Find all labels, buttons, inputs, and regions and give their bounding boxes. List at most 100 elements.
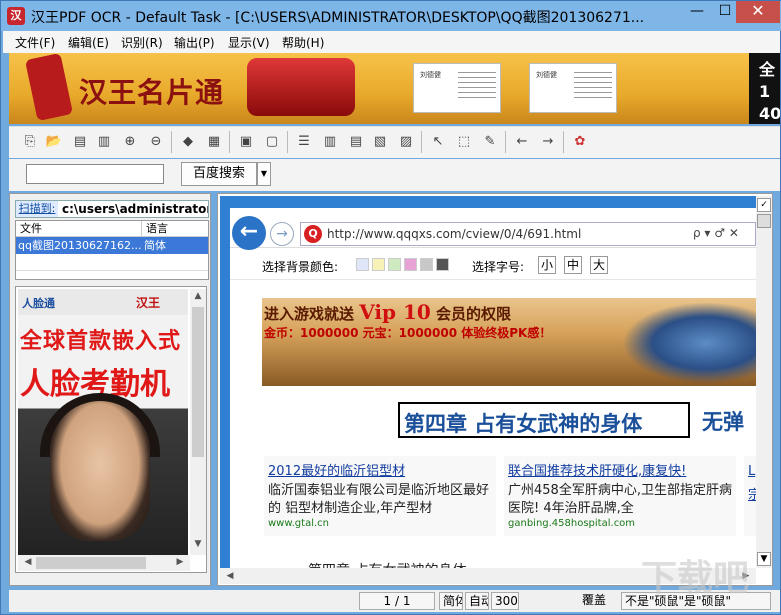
scan-page-icon[interactable]: ▥ [95, 133, 113, 151]
arrow-right-icon[interactable]: → [539, 133, 557, 151]
search-input[interactable] [26, 164, 164, 184]
menu-output[interactable]: 输出(P) [174, 34, 215, 51]
menu-recognize[interactable]: 识别(R) [121, 34, 163, 51]
scroll-right-icon[interactable]: ▶ [172, 557, 188, 567]
zoom-in-icon[interactable]: ⊕ [121, 133, 139, 151]
scroll-left-icon[interactable]: ◀ [20, 557, 36, 567]
business-card-image: 刘德健 [413, 63, 501, 113]
toolbar-separator [505, 131, 506, 153]
bg-swatch [404, 258, 417, 271]
chevron-down-icon[interactable]: ▼ [257, 162, 271, 186]
ad-title-pre: 进入游戏就送 [264, 305, 355, 323]
page-preview: 人脸通 汉王 全球首款嵌入式 人脸考勤机 ▲ ▼ ◀ ▶ [15, 286, 207, 573]
toolbar-separator [229, 131, 230, 153]
layout-icon[interactable]: ▣ [237, 133, 255, 151]
status-auto: 自动 [465, 592, 489, 610]
menu-view[interactable]: 显示(V) [228, 34, 270, 51]
file-panel: 扫描到: c:\users\administrator 文件 语言 qq截图20… [9, 193, 211, 586]
captured-url: http://www.qqqxs.com/cview/0/4/691.html [327, 227, 582, 241]
chapter-body-heading: 第四章 占有女武神的身体 [308, 560, 466, 568]
ad-banner[interactable]: 汉王名片通 刘德健 刘德健 全1 40 [9, 53, 780, 124]
status-mode: 覆盖 [581, 593, 606, 607]
scroll-thumb[interactable] [192, 307, 204, 457]
toolbar-separator [171, 131, 172, 153]
window-title: 汉王PDF OCR - Default Task - [C:\USERS\ADM… [31, 10, 645, 26]
chapter-title-box: 第四章 占有女武神的身体 [398, 402, 690, 438]
scan-icon[interactable]: ▤ [71, 133, 89, 151]
document-canvas[interactable]: ← → Q http://www.qqqxs.com/cview/0/4/691… [220, 196, 756, 568]
size-medium: 中 [564, 256, 582, 274]
ad-title-post: 会员的权限 [436, 305, 512, 323]
scan-to-link[interactable]: 扫描到: [16, 201, 58, 217]
scan-path-value[interactable]: c:\users\administrator [62, 201, 208, 217]
game-ad-image: 进入游戏就送 Vip 10 会员的权限 金币：1000000 元宝：100000… [262, 298, 756, 386]
table-icon[interactable]: ▤ [347, 133, 365, 151]
pen-icon[interactable]: ✎ [481, 133, 499, 151]
zoom-out-icon[interactable]: ⊖ [147, 133, 165, 151]
maximize-button[interactable]: ☐ [711, 1, 739, 23]
color-icon[interactable]: ✿ [571, 133, 589, 151]
menu-edit[interactable]: 编辑(E) [68, 34, 109, 51]
card-name: 刘德健 [420, 71, 441, 79]
table-edit-icon[interactable]: ▨ [397, 133, 415, 151]
table-delete-icon[interactable]: ▧ [371, 133, 389, 151]
address-tools-icons: ρ ▾ ♂ ✕ [693, 226, 739, 240]
text-ad-edge: L 宗 [748, 464, 756, 503]
business-card-image: 刘德健 [529, 63, 617, 113]
text-ad-title: 联合国推荐技术肝硬化,康复快! [508, 464, 687, 479]
dragon-image [622, 302, 756, 384]
fit-page-icon[interactable]: ✓ [757, 198, 771, 212]
text-ad-desc: 临沂国泰铝业有限公司是临沂地区最好的 铝型材制造企业,年产型材 [268, 483, 490, 516]
arrow-left-icon[interactable]: ← [513, 133, 531, 151]
preview-brand: 人脸通 [22, 297, 55, 310]
scroll-left-icon[interactable]: ◀ [222, 571, 238, 581]
close-button[interactable]: ✕ [736, 1, 780, 23]
select-tool-icon[interactable]: ↖ [429, 133, 447, 151]
document-view: ← → Q http://www.qqqxs.com/cview/0/4/691… [217, 193, 773, 586]
edit-area-icon[interactable]: ⬚ [455, 133, 473, 151]
baidu-search-button[interactable]: 百度搜索 [181, 162, 257, 186]
scroll-down-icon[interactable]: ▼ [757, 552, 771, 566]
minimize-button[interactable]: — [683, 1, 711, 23]
image-icon[interactable]: ▦ [205, 133, 223, 151]
folder-icon[interactable]: 📂 [45, 133, 63, 151]
chapter-extra-title: 无弹 [702, 409, 744, 434]
scroll-thumb[interactable] [36, 557, 146, 569]
status-language: 简体 [439, 592, 463, 610]
preview-horizontal-scrollbar[interactable]: ◀ ▶ [18, 555, 190, 571]
text-ad: 2012最好的临沂铝型材 临沂国泰铝业有限公司是临沂地区最好的 铝型材制造企业,… [264, 456, 496, 536]
column-header-file[interactable]: 文件 [16, 221, 142, 237]
bg-swatch [388, 258, 401, 271]
text-ad-url: www.gtal.cn [268, 518, 329, 529]
captured-browser-bar: ← → Q http://www.qqqxs.com/cview/0/4/691… [230, 208, 756, 250]
document-page: ← → Q http://www.qqqxs.com/cview/0/4/691… [230, 208, 756, 568]
size-small: 小 [538, 256, 556, 274]
toolbar-separator [563, 131, 564, 153]
scroll-thumb[interactable] [757, 214, 771, 228]
erase-icon[interactable]: ◆ [179, 133, 197, 151]
menu-file[interactable]: 文件(F) [15, 34, 55, 51]
menu-help[interactable]: 帮助(H) [282, 34, 324, 51]
text-ad-partial: L 宗 [744, 456, 756, 536]
app-icon: 汉 [7, 7, 25, 25]
bg-swatch [372, 258, 385, 271]
file-row[interactable]: qq截图20130627162... 简体 [16, 237, 208, 254]
open-icon[interactable]: ⎘ [21, 133, 39, 151]
column-icon[interactable]: ☰ [295, 133, 313, 151]
captured-address-bar: Q http://www.qqqxs.com/cview/0/4/691.htm… [300, 222, 756, 246]
card-lines [458, 72, 496, 102]
chapter-title: 第四章 占有女武神的身体 [404, 411, 643, 436]
reading-options: 选择背景颜色: ✓ 选择字号: 小 中 大 [230, 250, 756, 280]
main-toolbar: ⎘ 📂 ▤ ▥ ⊕ ⊖ ◆ ▦ ▣ ▢ ☰ ▥ ▤ ▧ ▨ ↖ ⬚ ✎ ← → … [9, 126, 780, 158]
layout-alt-icon[interactable]: ▢ [263, 133, 281, 151]
scroll-down-icon[interactable]: ▼ [190, 539, 206, 549]
scroll-up-icon[interactable]: ▲ [190, 291, 206, 301]
preview-photo-face [50, 401, 150, 541]
file-name: qq截图20130627162... [18, 239, 142, 252]
column-header-language[interactable]: 语言 [142, 221, 208, 237]
document-vertical-scrollbar[interactable]: ✓ ▼ [756, 196, 772, 568]
bg-swatch [420, 258, 433, 271]
preview-vertical-scrollbar[interactable]: ▲ ▼ [190, 289, 206, 555]
font-size-label: 选择字号: [472, 260, 525, 274]
grid-icon[interactable]: ▥ [321, 133, 339, 151]
